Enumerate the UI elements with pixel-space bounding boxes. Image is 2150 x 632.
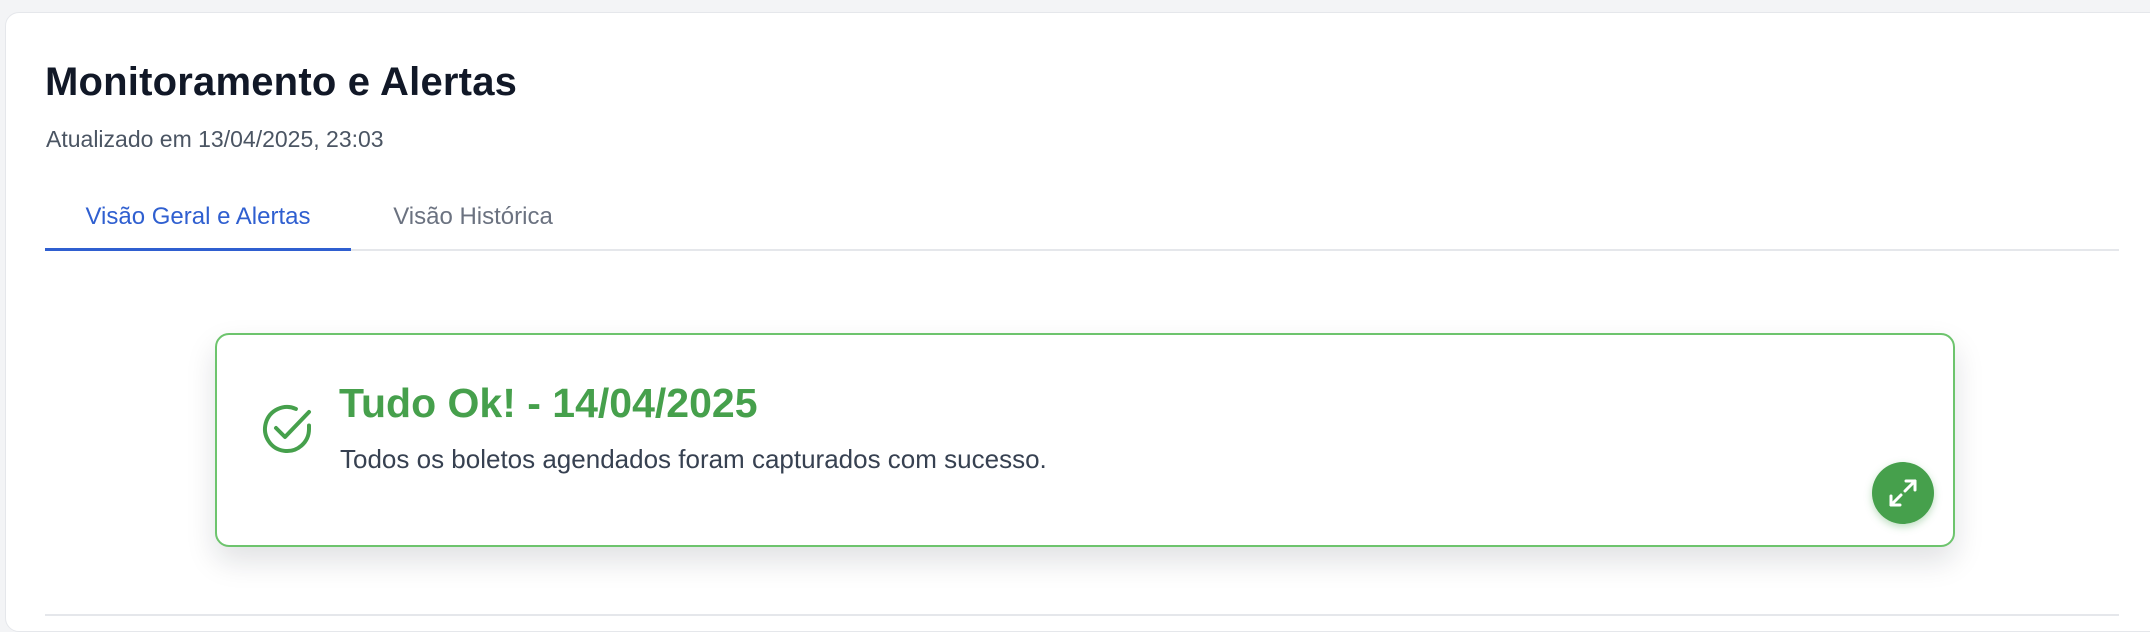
last-updated-text: Atualizado em 13/04/2025, 23:03: [46, 126, 384, 152]
alert-message: Todos os boletos agendados foram captura…: [340, 444, 1047, 474]
tab-historical-view[interactable]: Visão Histórica: [351, 191, 595, 251]
alert-title: Tudo Ok! - 14/04/2025: [339, 380, 758, 426]
status-alert-card: Tudo Ok! - 14/04/2025 Todos os boletos a…: [215, 333, 1955, 547]
page-title: Monitoramento e Alertas: [45, 60, 518, 104]
monitoring-panel: Monitoramento e Alertas Atualizado em 13…: [5, 12, 2150, 632]
check-circle-icon: [263, 405, 311, 454]
tab-overview-alerts[interactable]: Visão Geral e Alertas: [45, 191, 351, 251]
expand-button[interactable]: [1872, 462, 1934, 524]
section-divider: [45, 614, 2119, 616]
expand-icon: [1889, 479, 1917, 507]
tab-bar: Visão Geral e Alertas Visão Histórica: [45, 191, 2119, 251]
